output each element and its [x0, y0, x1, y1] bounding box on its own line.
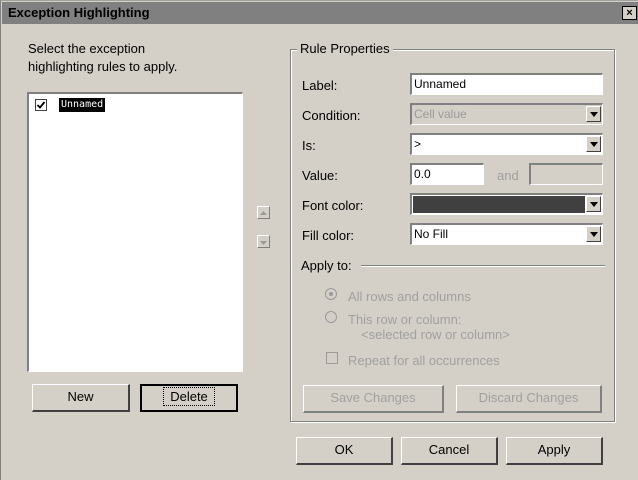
chevron-down-icon [590, 202, 598, 207]
save-changes-button: Save Changes [303, 385, 444, 413]
operator-select[interactable]: > [410, 133, 603, 155]
condition-dropdown-button [586, 106, 601, 122]
move-up-button[interactable] [257, 206, 270, 219]
close-icon[interactable]: × [622, 6, 637, 20]
condition-select: Cell value [410, 103, 603, 125]
apply-button[interactable]: Apply [506, 437, 603, 465]
discard-changes-button: Discard Changes [456, 385, 602, 413]
exception-highlighting-dialog: Exception Highlighting × Select the exce… [0, 0, 638, 480]
fill-color-select[interactable]: No Fill [410, 223, 603, 245]
fill-color-value: No Fill [414, 227, 449, 241]
instruction-line-2: highlighting rules to apply. [28, 59, 178, 74]
font-color-select[interactable] [410, 193, 603, 215]
instruction-line-1: Select the exception [28, 41, 146, 56]
fill-color-caption: Fill color: [302, 228, 355, 243]
label-caption: Label: [302, 78, 338, 93]
title-bar: Exception Highlighting × [2, 2, 638, 24]
delete-button[interactable]: Delete [140, 384, 238, 412]
operator-dropdown-button[interactable] [586, 136, 601, 152]
and-caption: and [497, 168, 519, 183]
value2-field [529, 163, 603, 185]
radio-all-label: All rows and columns [348, 289, 471, 304]
operator-value: > [414, 137, 422, 151]
chevron-down-icon [590, 112, 598, 117]
font-color-swatch [413, 196, 585, 213]
radio-this-label-line1: This row or column: [348, 312, 462, 327]
fill-color-dropdown-button[interactable] [586, 226, 601, 242]
move-down-button[interactable] [257, 235, 270, 248]
delete-button-label: Delete [163, 387, 215, 406]
triangle-up-icon [260, 211, 267, 215]
condition-caption: Condition: [302, 108, 361, 123]
radio-this-label-line2: <selected row or column> [361, 327, 510, 342]
radio-dot [329, 292, 333, 296]
new-button[interactable]: New [32, 384, 130, 412]
font-color-caption: Font color: [302, 198, 364, 213]
value-caption: Value: [302, 168, 338, 183]
repeat-label: Repeat for all occurrences [348, 353, 500, 368]
apply-to-divider [361, 265, 605, 267]
is-caption: Is: [302, 138, 316, 153]
font-color-dropdown-button[interactable] [586, 196, 601, 212]
value-field[interactable]: 0.0 [410, 163, 484, 185]
apply-to-caption: Apply to: [301, 258, 352, 273]
check-icon [36, 101, 46, 109]
cancel-button[interactable]: Cancel [401, 437, 498, 465]
rules-listbox[interactable]: Unnamed [27, 92, 243, 372]
rule-checkbox[interactable] [35, 99, 47, 111]
triangle-down-icon [260, 241, 267, 245]
window-title: Exception Highlighting [8, 5, 150, 20]
ok-button[interactable]: OK [296, 437, 393, 465]
condition-value: Cell value [414, 107, 467, 121]
rule-label[interactable]: Unnamed [59, 98, 106, 112]
chevron-down-icon [590, 142, 598, 147]
chevron-down-icon [590, 232, 598, 237]
label-field[interactable]: Unnamed [410, 73, 603, 95]
rule-properties-legend: Rule Properties [297, 41, 393, 56]
repeat-checkbox [326, 352, 338, 364]
radio-all-rows [325, 288, 337, 300]
radio-this-row [325, 311, 337, 323]
